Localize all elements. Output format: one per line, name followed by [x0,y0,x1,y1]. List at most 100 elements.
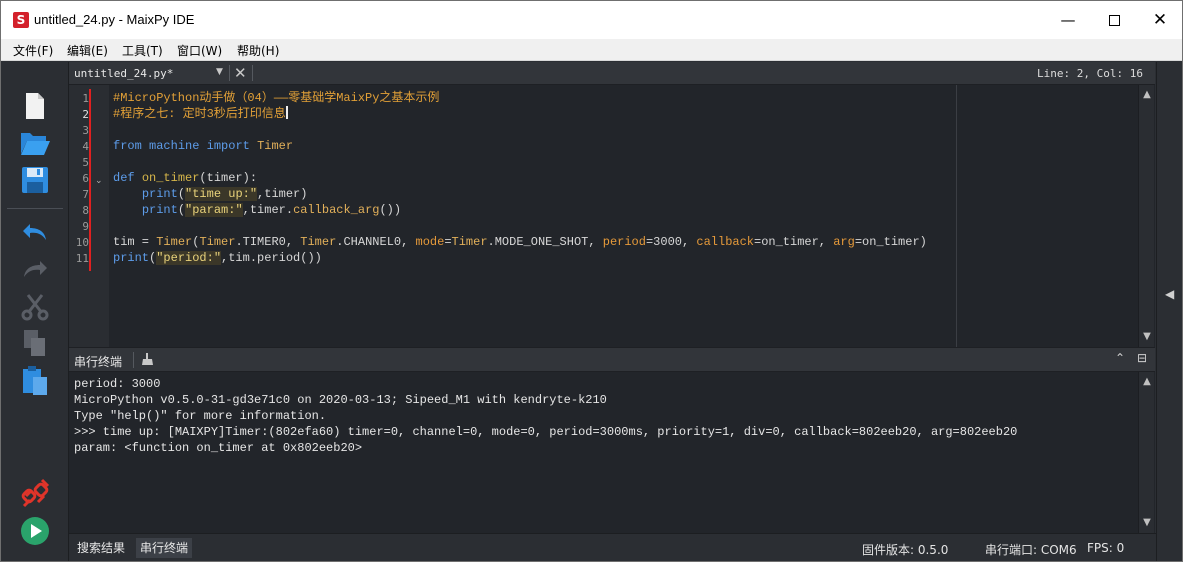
right-margin-guide [956,85,957,347]
terminal-line: period: 3000 [74,377,161,391]
fps-readout: FPS: 0 [1087,541,1125,555]
scroll-up-icon[interactable]: ▲ [1139,374,1155,390]
code-token: print [141,187,178,201]
code-token: callback_arg [293,203,380,217]
menu-bar: 文件(F) 编辑(E) 工具(T) 窗口(W) 帮助(H) [1,39,1182,61]
maixpy-ide-window: S untitled_24.py - MaixPy IDE — ✕ 文件(F) … [0,0,1183,562]
menu-help[interactable]: 帮助(H) [237,42,279,59]
code-token: .MODE_ONE_SHOT, [487,235,603,249]
serial-terminal[interactable]: period: 3000 MicroPython v0.5.0-31-gd3e71… [69,372,1155,533]
tab-divider [133,352,134,368]
line-number: 8 [82,204,89,217]
code-token: Timer [199,235,236,249]
menu-file[interactable]: 文件(F) [13,42,53,59]
scroll-down-icon[interactable]: ▼ [1139,329,1155,345]
code-token: mode [415,235,445,249]
code-token: =3000, [645,235,697,249]
code-token: ,tim.period()) [221,251,322,265]
line-number: 6 [82,172,89,185]
code-token: Timer [257,139,294,153]
editor-scrollbar[interactable]: ▲ ▼ [1138,85,1154,347]
line-number: 5 [82,156,89,169]
file-tab[interactable]: untitled_24.py* [74,67,173,80]
code-token: on_timer [141,171,200,185]
code-token: ,timer. [242,203,294,217]
line-number: 1 [82,92,89,105]
code-token: ( [177,187,186,201]
panel-options-icon[interactable]: ⊟ [1137,351,1147,365]
code-line[interactable]: print("param:",timer.callback_arg()) [113,202,401,218]
clear-terminal-icon[interactable] [141,352,155,370]
collapse-left-icon[interactable]: ◀ [1165,287,1174,301]
line-number: 4 [82,140,89,153]
paste-icon[interactable] [17,363,53,399]
tab-divider [252,65,253,81]
maximize-icon [1108,15,1120,26]
line-number: 3 [82,124,89,137]
menu-tools[interactable]: 工具(T) [122,42,163,59]
terminal-title: 串行终端 [74,355,123,369]
code-area[interactable]: #MicroPython动手做（04）——零基础学MaixPy之基本示例 #程序之… [113,85,1137,347]
terminal-scrollbar[interactable]: ▲ ▼ [1138,372,1154,533]
change-marker [89,89,91,271]
code-token: ( [177,203,186,217]
tab-divider [229,65,230,81]
run-icon[interactable] [17,513,53,549]
code-token: .TIMER0, [235,235,301,249]
disconnect-icon[interactable] [17,475,53,511]
code-line[interactable]: #程序之七: 定时3秒后打印信息 [113,106,288,122]
code-editor[interactable]: ⌄ 1 2 3 4 5 6 7 8 9 10 11 #MicroPython动手做（04）——零基础… [69,85,1155,347]
code-token: arg [833,235,855,249]
code-line[interactable]: print("time up:",timer) [113,186,307,202]
side-panel-toggle[interactable]: ◀ [1156,62,1182,561]
code-token: machine [149,139,200,153]
code-token: .CHANNEL0, [336,235,416,249]
fold-icon[interactable]: ⌄ [95,176,103,186]
code-token: Timer [451,235,488,249]
minimize-button[interactable]: — [1045,1,1091,39]
code-token: from [113,139,142,153]
code-token: def [113,171,135,185]
maximize-panel-icon[interactable]: ⌃ [1115,351,1125,365]
terminal-line: MicroPython v0.5.0-31-gd3e71c0 on 2020-0… [74,393,607,407]
text-caret [285,106,288,119]
save-icon[interactable] [17,162,53,198]
tab-search-results[interactable]: 搜索结果 [73,538,129,558]
maximize-button[interactable] [1091,1,1137,39]
code-token: print [113,251,150,265]
menu-edit[interactable]: 编辑(E) [67,42,108,59]
left-toolbar [1,62,69,561]
serial-port[interactable]: 串行端口: COM6 [985,541,1077,558]
tab-serial-terminal[interactable]: 串行终端 [136,538,193,558]
code-line[interactable]: tim = Timer(Timer.TIMER0, Timer.CHANNEL0… [113,234,927,250]
close-button[interactable]: ✕ [1137,1,1182,39]
file-dropdown-icon[interactable]: ▼ [216,67,223,77]
code-token: ,timer) [257,187,308,201]
menu-window[interactable]: 窗口(W) [177,42,222,59]
status-bar: 搜索结果 串行终端 固件版本: 0.5.0 串行端口: COM6 FPS: 0 [69,533,1156,561]
code-line[interactable]: from machine import Timer [113,138,293,154]
code-token: #MicroPython动手做（04）——零基础学MaixPy之基本示例 [113,91,440,105]
scroll-down-icon[interactable]: ▼ [1139,515,1155,531]
scroll-up-icon[interactable]: ▲ [1139,87,1155,103]
undo-icon[interactable] [17,214,53,250]
close-file-icon[interactable]: ✕ [234,64,247,82]
code-token: "time up:" [185,187,258,201]
code-line[interactable]: print("period:",tim.period()) [113,250,322,266]
line-number: 11 [75,252,89,265]
window-title: untitled_24.py - MaixPy IDE [34,12,195,27]
open-folder-icon[interactable] [17,125,53,161]
code-token: callback [696,235,754,249]
line-number: 10 [75,236,89,249]
code-token: Timer [300,235,337,249]
code-token: #程序之七: 定时3秒后打印信息 [113,107,286,121]
code-token: "param:" [185,203,243,217]
code-line[interactable]: #MicroPython动手做（04）——零基础学MaixPy之基本示例 [113,90,439,106]
terminal-header: 串行终端 ⌃ ⊟ [69,347,1155,372]
new-file-icon[interactable] [17,88,53,124]
firmware-version: 固件版本: 0.5.0 [862,543,949,557]
code-line[interactable]: def on_timer(timer): [113,170,257,186]
